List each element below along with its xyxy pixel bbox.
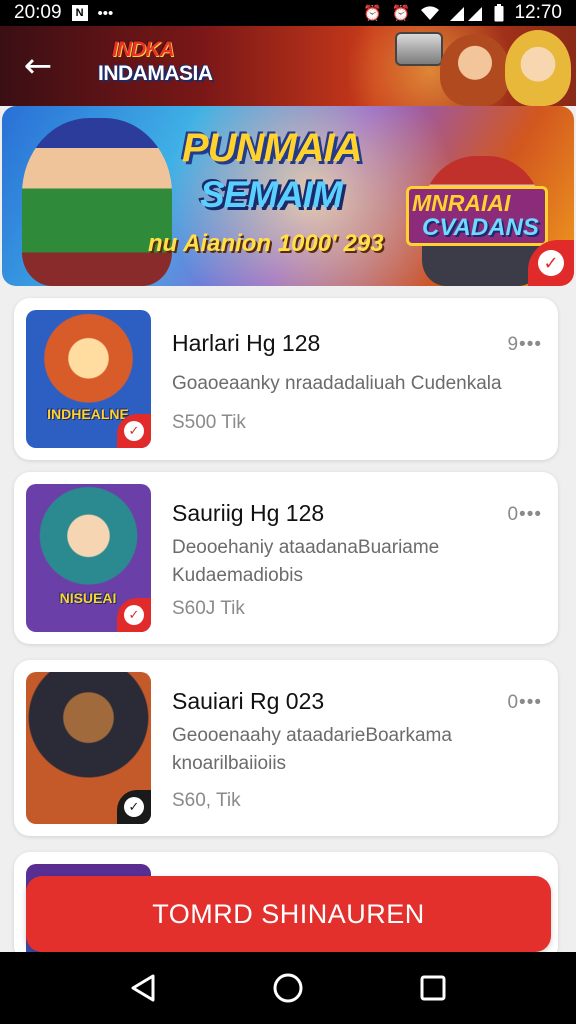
- back-button[interactable]: ←: [18, 46, 58, 86]
- header-character-illustration: [440, 34, 510, 106]
- item-more-button[interactable]: 0•••: [507, 692, 542, 714]
- primary-cta-button[interactable]: TOMRD SHINAUREN: [26, 876, 551, 952]
- list-item[interactable]: INDHEALNE ✓ Harlari Hg 128 Goaoeaanky nr…: [14, 298, 558, 460]
- status-time-right: 12:70: [514, 2, 562, 23]
- item-title: Sauriig Hg 128: [172, 500, 325, 526]
- banner-hero-illustration: [22, 118, 172, 286]
- item-price: S500 Tik: [172, 412, 246, 433]
- app-header: ← INDKA INDAMASIA: [0, 26, 576, 106]
- item-price: S60J Tik: [172, 598, 245, 619]
- item-thumbnail: ✓: [26, 672, 151, 824]
- battery-icon: [494, 4, 504, 22]
- recents-square-icon: [420, 975, 446, 1001]
- checkmark-icon: ✓: [124, 421, 144, 441]
- thumbnail-check-corner: ✓: [117, 414, 151, 448]
- header-character-illustration-2: [505, 30, 571, 106]
- nav-back-button[interactable]: [123, 968, 163, 1008]
- app-logo: INDKA INDAMASIA: [98, 34, 238, 94]
- checkmark-icon: ✓: [538, 250, 564, 276]
- thumbnail-check-corner: ✓: [117, 598, 151, 632]
- signal-icon: [450, 7, 483, 21]
- banner-badge-line1: MNRAIAI: [412, 190, 511, 216]
- alarm-icon: ⏰: [363, 5, 382, 22]
- item-more-button[interactable]: 0•••: [507, 504, 542, 526]
- header-pot-illustration: [395, 32, 443, 66]
- status-bar: 20:09 N ••• ⏰ ⏰ 12:70: [0, 0, 576, 26]
- logo-top-text: INDKA: [112, 38, 174, 61]
- item-description: Deooehaniy ataadanaBuariame Kudaemadiobi…: [172, 537, 440, 586]
- status-right: ⏰ ⏰ 12:70: [363, 2, 562, 24]
- item-description: Geooenaahy ataadarieBoarkama knoarilbaii…: [172, 725, 452, 774]
- status-time-left: 20:09: [14, 2, 62, 23]
- more-dots-icon: •••: [97, 4, 114, 22]
- item-thumbnail: NISUEAI ✓: [26, 484, 151, 632]
- item-title: Sauiari Rg 023: [172, 688, 325, 714]
- system-nav-bar: [0, 952, 576, 1024]
- list-item[interactable]: NISUEAI ✓ Sauriig Hg 128 Deooehaniy ataa…: [14, 472, 558, 644]
- banner-badge-line2: CVADANS: [422, 214, 539, 241]
- alarm-icon-2: ⏰: [391, 5, 411, 22]
- arrow-left-icon: ←: [23, 46, 53, 86]
- item-description: Goaoeaanky nraadadaliuah Cudenkala: [172, 373, 502, 394]
- notification-icon: N: [71, 5, 88, 21]
- item-title: Harlari Hg 128: [172, 330, 321, 356]
- item-thumbnail: INDHEALNE ✓: [26, 310, 151, 448]
- thumbnail-check-corner: ✓: [117, 790, 151, 824]
- banner-title-line2: SEMAIM: [200, 174, 343, 215]
- nav-home-button[interactable]: [268, 968, 308, 1008]
- banner-title-line1: PUNMAIA: [182, 126, 363, 170]
- item-price: S60, Tik: [172, 790, 241, 811]
- nav-recents-button[interactable]: [413, 968, 453, 1008]
- status-left: 20:09 N •••: [14, 2, 113, 24]
- logo-bottom-text: INDAMASIA: [98, 62, 213, 85]
- checkmark-icon: ✓: [124, 605, 144, 625]
- item-more-button[interactable]: 9•••: [507, 334, 542, 356]
- banner-subtitle: nu Aianion 1000' 293: [148, 230, 384, 257]
- home-circle-icon: [273, 973, 303, 1003]
- list-item[interactable]: ✓ Sauiari Rg 023 Geooenaahy ataadarieBoa…: [14, 660, 558, 836]
- wifi-icon: [421, 6, 440, 20]
- checkmark-icon: ✓: [124, 797, 144, 817]
- promo-banner[interactable]: PUNMAIA SEMAIM nu Aianion 1000' 293 MNRA…: [2, 106, 574, 286]
- back-triangle-icon: [131, 974, 155, 1002]
